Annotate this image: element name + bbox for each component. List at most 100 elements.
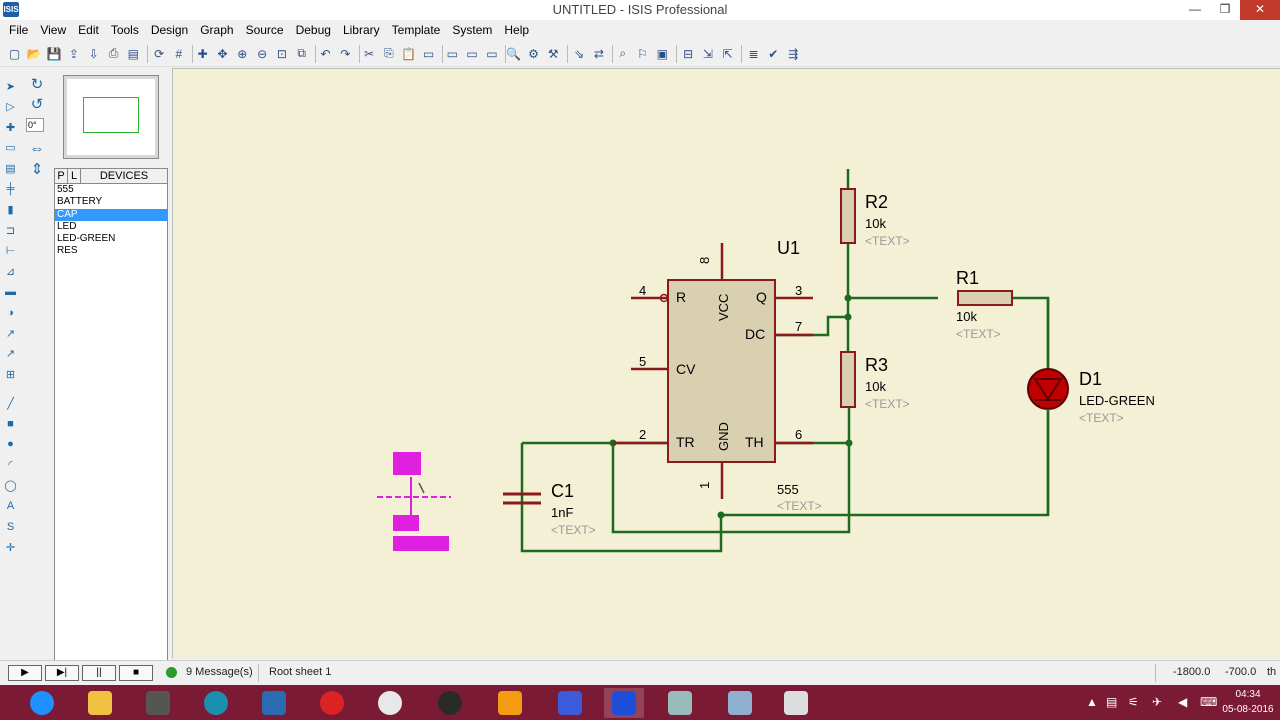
show-hidden-icons-icon[interactable]: ▲ (1086, 695, 1098, 709)
close-button[interactable]: ✕ (1240, 0, 1280, 20)
pause-button[interactable]: || (82, 665, 116, 681)
vlc-icon[interactable] (490, 688, 530, 718)
print-icon[interactable]: ⎙ (105, 45, 122, 62)
menu-design[interactable]: Design (145, 23, 194, 37)
vsm-icon[interactable] (550, 688, 590, 718)
zoom-area-icon[interactable]: ⧉ (293, 45, 310, 62)
open-icon[interactable]: 📂 (26, 45, 43, 62)
action-center-icon[interactable]: ▤ (1106, 695, 1117, 709)
minimize-button[interactable]: — (1180, 0, 1210, 20)
decompose-icon[interactable]: ⇘ (571, 45, 588, 62)
wire-th[interactable] (776, 407, 851, 445)
zoom-in-icon[interactable]: ⊕ (234, 45, 251, 62)
c1-capacitor[interactable]: C1 1nF <TEXT> (503, 481, 596, 537)
device-list-item[interactable]: LED-GREEN (55, 233, 167, 245)
virtual-instrument-icon[interactable]: ⊞ (2, 366, 19, 382)
wire-r1-led[interactable] (1011, 296, 1050, 369)
device-list-item[interactable]: RES (55, 245, 167, 257)
maximize-button[interactable]: ❐ (1210, 0, 1240, 20)
menu-debug[interactable]: Debug (290, 23, 337, 37)
menu-tools[interactable]: Tools (105, 23, 145, 37)
overview-window[interactable] (63, 75, 159, 159)
electrical-rule-check-icon[interactable]: ✔ (765, 45, 782, 62)
property-assign-icon[interactable]: ⚐ (634, 45, 651, 62)
block-move-icon[interactable]: ▭ (444, 45, 461, 62)
terminals-icon[interactable]: ⊐ (2, 222, 19, 238)
import-icon[interactable]: ⇪ (65, 45, 82, 62)
netlist-ares-icon[interactable]: ⇶ (785, 45, 802, 62)
redo-icon[interactable]: ↷ (337, 45, 354, 62)
exit-parent-icon[interactable]: ⇱ (719, 45, 736, 62)
menu-file[interactable]: File (3, 23, 34, 37)
stop-button[interactable]: ■ (119, 665, 153, 681)
generator-icon[interactable]: ◑ (2, 305, 19, 321)
message-count[interactable]: 9 Message(s) (186, 666, 253, 678)
rotate-anticlockwise-icon[interactable]: ↺ (28, 96, 46, 114)
volume-icon[interactable]: ◀ (1178, 695, 1187, 709)
block-delete-icon[interactable]: ▭ (483, 45, 500, 62)
circle-icon[interactable]: ● (2, 436, 19, 452)
menu-help[interactable]: Help (498, 23, 535, 37)
menu-view[interactable]: View (34, 23, 72, 37)
print-setup-icon[interactable]: ▤ (125, 45, 142, 62)
schematic-canvas[interactable]: R CV TR Q DC TH VCC GND 4 5 2 3 7 6 8 1 … (172, 68, 1280, 658)
pick-devices-tab[interactable]: P (55, 169, 68, 183)
itunes-icon[interactable] (430, 688, 470, 718)
menu-template[interactable]: Template (386, 23, 447, 37)
graph-icon[interactable]: ⊿ (2, 263, 19, 279)
origin-icon[interactable]: ✚ (194, 45, 211, 62)
device-list-item[interactable]: 555 (55, 184, 167, 196)
cut-icon[interactable]: ✂ (361, 45, 378, 62)
airplane-icon[interactable]: ✈ (1152, 695, 1162, 709)
bill-of-materials-icon[interactable]: ≣ (745, 45, 762, 62)
zoom-child-icon[interactable]: ⇲ (699, 45, 716, 62)
play-button[interactable]: ▶ (8, 665, 42, 681)
ie-icon[interactable] (22, 688, 62, 718)
box-icon[interactable]: ■ (2, 416, 19, 432)
refresh-icon[interactable]: ⟳ (151, 45, 168, 62)
selection-mode-icon[interactable]: ➤ (2, 78, 19, 94)
menu-edit[interactable]: Edit (72, 23, 105, 37)
placement-ghost-capacitor[interactable] (377, 452, 451, 551)
opera-icon[interactable] (312, 688, 352, 718)
chrome-icon[interactable] (370, 688, 410, 718)
new-sheet-icon[interactable]: ▣ (654, 45, 671, 62)
current-probe-icon[interactable]: ↗ (2, 346, 19, 362)
mirror-y-icon[interactable]: ⇕ (28, 161, 46, 179)
media-center-icon[interactable] (196, 688, 236, 718)
device-pins-icon[interactable]: ⊢ (2, 243, 19, 259)
wire-autorouter-icon[interactable]: ⇄ (590, 45, 607, 62)
virtualbox-icon[interactable] (254, 688, 294, 718)
device-list-item[interactable]: LED (55, 221, 167, 233)
zoom-out-icon[interactable]: ⊖ (254, 45, 271, 62)
network-icon[interactable] (138, 688, 178, 718)
rotate-clockwise-icon[interactable]: ↻ (28, 76, 46, 94)
component-mode-icon[interactable]: ▷ (2, 99, 19, 115)
menu-system[interactable]: System (446, 23, 498, 37)
line-icon[interactable]: ╱ (2, 395, 19, 411)
device-list-item[interactable]: BATTERY (55, 196, 167, 208)
block-rotate-icon[interactable]: ▭ (464, 45, 481, 62)
r1-resistor[interactable]: R1 10k <TEXT> (956, 268, 1013, 341)
library-manager-tab[interactable]: L (68, 169, 81, 183)
junction-dot-icon[interactable]: ✚ (2, 119, 19, 135)
step-button[interactable]: ▶| (45, 665, 79, 681)
pan-icon[interactable]: ✥ (214, 45, 231, 62)
copy-icon[interactable]: ⎘ (380, 45, 397, 62)
tape-recorder-icon[interactable]: ▬ (2, 284, 19, 300)
menu-source[interactable]: Source (240, 23, 290, 37)
d1-led[interactable]: D1 LED-GREEN <TEXT> (1027, 368, 1155, 515)
voltage-probe-icon[interactable]: ↗ (2, 325, 19, 341)
undo-icon[interactable]: ↶ (317, 45, 334, 62)
u1-555-timer[interactable]: R CV TR Q DC TH VCC GND 4 5 2 3 7 6 8 1 … (613, 238, 822, 513)
rotation-angle-field[interactable]: 0° (26, 118, 44, 132)
save-icon[interactable]: 💾 (46, 45, 63, 62)
subcircuit-icon[interactable]: ▮ (2, 202, 19, 218)
remove-sheet-icon[interactable]: ⊟ (680, 45, 697, 62)
export-icon[interactable]: ⇩ (85, 45, 102, 62)
menu-graph[interactable]: Graph (194, 23, 239, 37)
paint-icon[interactable] (660, 688, 700, 718)
screen-recorder-icon[interactable] (776, 688, 816, 718)
r3-resistor[interactable]: R3 10k <TEXT> (840, 351, 910, 411)
make-device-icon[interactable]: ⚙ (525, 45, 542, 62)
